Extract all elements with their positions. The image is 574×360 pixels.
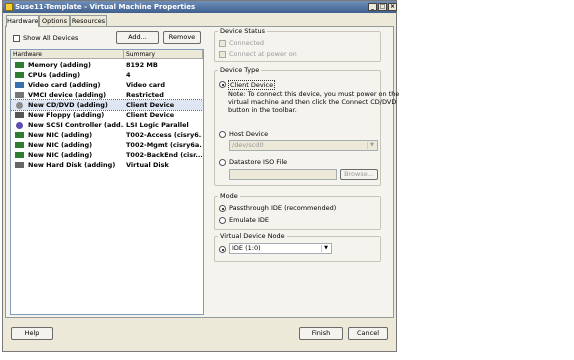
hardware-summary: 4: [126, 71, 131, 79]
hardware-summary: Client Device: [126, 111, 175, 119]
hardware-summary: Video card: [126, 81, 166, 89]
show-all-devices-checkbox[interactable]: [13, 35, 20, 42]
note-line-3: button in the toolbar.: [228, 106, 297, 114]
hardware-name: New Floppy (adding): [28, 111, 105, 119]
remove-button[interactable]: Remove: [163, 31, 201, 44]
hardware-row[interactable]: CPUs (adding) 4: [11, 70, 203, 80]
hardware-name: New NIC (adding): [28, 131, 93, 139]
hardware-name: Memory (adding): [28, 61, 91, 69]
virtual-device-node-title: Virtual Device Node: [218, 232, 287, 241]
hardware-row[interactable]: Memory (adding) 8192 MB: [11, 60, 203, 70]
host-device-value: /dev/scd0: [232, 141, 264, 149]
vmci-icon: [15, 92, 24, 98]
column-summary[interactable]: Summary: [124, 50, 203, 59]
connect-at-power-on-label: Connect at power on: [229, 50, 297, 58]
vm-properties-window: Suse11-Template - Virtual Machine Proper…: [2, 0, 399, 352]
hardware-summary: Restricted: [126, 91, 164, 99]
client-device-radio[interactable]: [219, 81, 226, 88]
tab-hardware[interactable]: Hardware: [6, 15, 39, 27]
emulate-ide-radio[interactable]: [219, 217, 226, 224]
finish-button[interactable]: Finish: [299, 327, 343, 340]
virtual-device-node-group: Virtual Device Node IDE (1:0) ▼: [214, 232, 381, 262]
host-device-label: Host Device: [229, 130, 269, 138]
show-all-devices-label: Show All Devices: [23, 34, 79, 42]
mode-group: Mode Passthrough IDE (recommended) Emula…: [214, 192, 381, 230]
hardware-row[interactable]: New SCSI Controller (add... LSI Logic Par…: [11, 120, 203, 130]
hardware-row[interactable]: New NIC (adding) T002-Access (cisry6...: [11, 130, 203, 140]
column-hardware[interactable]: Hardware: [11, 50, 124, 59]
datastore-iso-radio[interactable]: [219, 159, 226, 166]
hardware-summary: Virtual Disk: [126, 161, 169, 169]
chevron-down-icon: ▼: [367, 142, 376, 149]
hard-disk-icon: [15, 162, 24, 168]
close-button[interactable]: ×: [388, 3, 397, 11]
host-device-select[interactable]: /dev/scd0 ▼: [229, 140, 378, 151]
virtual-device-node-value: IDE (1:0): [232, 244, 261, 252]
browse-button[interactable]: Browse...: [340, 169, 378, 180]
cpu-icon: [15, 72, 24, 78]
hardware-name: New SCSI Controller (add...: [28, 121, 124, 129]
nic-icon: [15, 142, 24, 148]
hardware-name: VMCI device (adding): [28, 91, 107, 99]
datastore-iso-path[interactable]: [229, 169, 337, 180]
scsi-icon: [16, 122, 23, 129]
hardware-list[interactable]: Hardware Summary Memory (adding) 8192 MB C…: [10, 49, 204, 315]
minimize-button[interactable]: _: [368, 3, 377, 11]
hardware-name: New CD/DVD (adding): [28, 101, 108, 109]
device-type-group: Device Type Client Device Note: To conne…: [214, 66, 399, 186]
hardware-name: New NIC (adding): [28, 141, 93, 149]
note-line-2: virtual machine and then click the Conne…: [228, 98, 397, 106]
datastore-iso-label: Datastore ISO File: [229, 158, 288, 166]
cd-dvd-icon: [16, 102, 23, 109]
virtual-device-node-select[interactable]: IDE (1:0) ▼: [229, 243, 332, 254]
memory-icon: [15, 62, 24, 68]
help-button[interactable]: Help: [11, 327, 53, 340]
passthrough-ide-label: Passthrough IDE (recommended): [229, 204, 337, 212]
vdn-radio[interactable]: [219, 246, 226, 253]
mode-title: Mode: [218, 192, 240, 201]
hardware-name: New Hard Disk (adding): [28, 161, 116, 169]
connected-label: Connected: [229, 39, 265, 47]
hardware-summary: Client Device: [126, 101, 175, 109]
vm-icon: [5, 3, 13, 11]
client-device-label: Client Device: [228, 80, 276, 90]
host-device-radio[interactable]: [219, 131, 226, 138]
window-title: Suse11-Template - Virtual Machine Proper…: [15, 3, 196, 11]
maximize-button[interactable]: □: [378, 3, 387, 11]
hardware-row[interactable]: Video card (adding) Video card: [11, 80, 203, 90]
floppy-icon: [15, 112, 24, 118]
cancel-button[interactable]: Cancel: [348, 327, 388, 340]
hardware-row[interactable]: New Hard Disk (adding) Virtual Disk: [11, 160, 203, 170]
hardware-name: Video card (adding): [28, 81, 101, 89]
hardware-summary: T002-Mgmt (cisry6a...: [126, 141, 202, 149]
device-status-group: Device Status Connected Connect at power…: [214, 27, 381, 62]
connect-at-power-on-checkbox[interactable]: [219, 51, 226, 58]
hardware-summary: 8192 MB: [126, 61, 158, 69]
title-bar[interactable]: Suse11-Template - Virtual Machine Proper…: [3, 1, 396, 13]
hardware-name: CPUs (adding): [28, 71, 81, 79]
device-type-title: Device Type: [218, 66, 262, 75]
nic-icon: [15, 132, 24, 138]
hardware-name: New NIC (adding): [28, 151, 93, 159]
hardware-row[interactable]: New NIC (adding) T002-Mgmt (cisry6a...: [11, 140, 203, 150]
note-line-1: Note: To connect this device, you must p…: [228, 90, 400, 98]
tab-options[interactable]: Options: [39, 15, 70, 26]
hardware-summary: T002-BackEnd (cisr...: [126, 151, 202, 159]
emulate-ide-label: Emulate IDE: [229, 216, 269, 224]
passthrough-ide-radio[interactable]: [219, 205, 226, 212]
hardware-row[interactable]: VMCI device (adding) Restricted: [11, 90, 203, 100]
device-status-title: Device Status: [218, 27, 268, 36]
add-button[interactable]: Add...: [116, 31, 159, 44]
hardware-row[interactable]: New CD/DVD (adding) Client Device: [11, 99, 203, 111]
hardware-row[interactable]: New NIC (adding) T002-BackEnd (cisr...: [11, 150, 203, 160]
hardware-summary: LSI Logic Parallel: [126, 121, 189, 129]
hardware-row[interactable]: New Floppy (adding) Client Device: [11, 110, 203, 120]
tab-resources[interactable]: Resources: [70, 15, 107, 26]
video-card-icon: [15, 82, 24, 88]
chevron-down-icon: ▼: [321, 245, 330, 252]
hardware-summary: T002-Access (cisry6...: [126, 131, 202, 139]
nic-icon: [15, 152, 24, 158]
connected-checkbox[interactable]: [219, 40, 226, 47]
